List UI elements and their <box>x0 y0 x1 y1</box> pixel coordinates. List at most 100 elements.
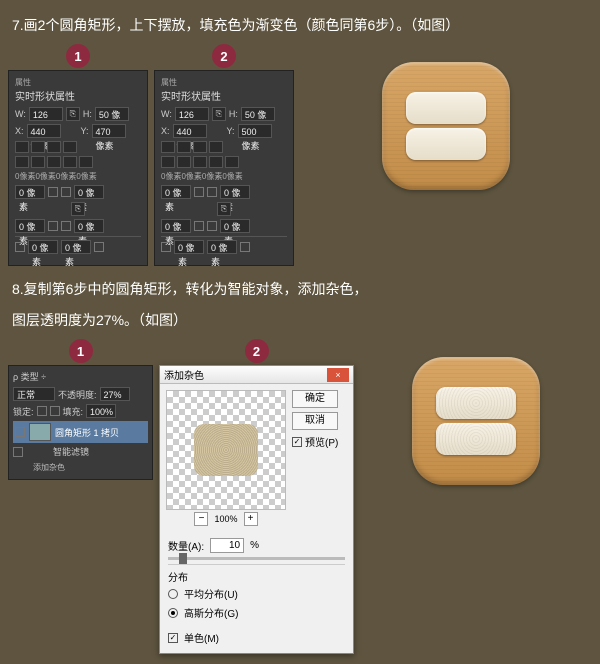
visibility-icon[interactable] <box>15 427 25 437</box>
add-noise-dialog: 添加杂色 × − 100% + 确定 <box>159 365 354 654</box>
stroke-opt2-icon[interactable] <box>63 141 77 153</box>
stroke-opt2-icon[interactable] <box>209 141 223 153</box>
corner-tr-field[interactable]: 0 像素 <box>74 185 104 199</box>
y-label: Y: <box>81 126 89 136</box>
checkbox[interactable] <box>15 242 25 252</box>
corner-tl-field[interactable]: 0 像素 <box>161 185 191 199</box>
uniform-label: 平均分布(U) <box>184 586 238 601</box>
fill-swatch[interactable] <box>161 141 175 153</box>
x-field[interactable]: 440 像素 <box>173 124 207 138</box>
link-icon[interactable]: ⎘ <box>212 107 226 121</box>
align-icon[interactable] <box>193 156 207 168</box>
step8-row: 1 ρ 类型 ÷ 正常 不透明度: 27% 锁定: 填充: 100% <box>8 339 592 654</box>
align-icon[interactable] <box>47 156 61 168</box>
zoom-in-button[interactable]: + <box>244 512 258 526</box>
x-field[interactable]: 440 像素 <box>27 124 61 138</box>
ok-button[interactable]: 确定 <box>292 390 338 408</box>
layer-row[interactable]: 智能滤镜 <box>13 443 148 460</box>
corner-tr-field[interactable]: 0 像素 <box>220 185 250 199</box>
width-field[interactable]: 126 像素 <box>175 107 209 121</box>
layers-kind-label: ρ 类型 ÷ <box>13 370 46 383</box>
num-field[interactable]: 0 像素 <box>61 240 91 254</box>
align-bar <box>161 156 287 168</box>
preview-shape <box>194 424 258 476</box>
stroke-swatch[interactable] <box>177 141 191 153</box>
height-field[interactable]: 50 像素 <box>95 107 129 121</box>
link-icon[interactable]: ⎘ <box>66 107 80 121</box>
blend-mode-select[interactable]: 正常 <box>13 387 55 401</box>
link-corners-icon[interactable]: ⎘ <box>217 202 231 216</box>
badge-1b: 1 <box>69 339 93 363</box>
amount-slider[interactable] <box>168 557 345 560</box>
opacity-field[interactable]: 27% <box>100 387 130 401</box>
y-label: Y: <box>227 126 235 136</box>
layer-filter-row[interactable]: 添加杂色 <box>13 460 148 475</box>
align-icon[interactable] <box>225 156 239 168</box>
stroke-opt-icon[interactable] <box>47 141 61 153</box>
align-icon[interactable] <box>63 156 77 168</box>
checkbox[interactable] <box>240 242 250 252</box>
preview-checkbox[interactable] <box>292 437 302 447</box>
corner-bl-field[interactable]: 0 像素 <box>15 219 45 233</box>
align-icon[interactable] <box>31 156 45 168</box>
layers-panel: ρ 类型 ÷ 正常 不透明度: 27% 锁定: 填充: 100% <box>8 365 153 480</box>
stroke-swatch[interactable] <box>31 141 45 153</box>
corner-br-field[interactable]: 0 像素 <box>220 219 250 233</box>
gaussian-label: 高斯分布(G) <box>184 605 238 620</box>
corner-icon <box>48 187 58 197</box>
corner-br-field[interactable]: 0 像素 <box>74 219 104 233</box>
num-field[interactable]: 0 像素 <box>28 240 58 254</box>
zoom-out-button[interactable]: − <box>194 512 208 526</box>
close-icon[interactable]: × <box>327 368 349 382</box>
align-icon[interactable] <box>79 156 93 168</box>
amount-field[interactable]: 10 <box>210 538 244 553</box>
corner-icon <box>207 187 217 197</box>
lock-icon[interactable] <box>37 406 47 416</box>
corner-icon <box>61 187 71 197</box>
num-field[interactable]: 0 像素 <box>174 240 204 254</box>
layer-row-selected[interactable]: 圆角矩形 1 拷贝 <box>13 421 148 443</box>
preview-label: 预览(P) <box>305 434 338 449</box>
zoom-value: 100% <box>214 514 237 524</box>
fill-swatch[interactable] <box>15 141 29 153</box>
align-icon[interactable] <box>161 156 175 168</box>
height-field[interactable]: 50 像素 <box>241 107 275 121</box>
dialog-title: 添加杂色 <box>164 367 204 382</box>
link-corners-icon[interactable]: ⎘ <box>71 202 85 216</box>
corner-icon <box>207 221 217 231</box>
fill-stroke-bar <box>161 141 287 153</box>
width-field[interactable]: 126 像素 <box>29 107 63 121</box>
mono-label: 单色(M) <box>184 630 219 645</box>
rounded-rect-bottom-noise <box>436 423 516 455</box>
panel-tab: 属性 <box>15 77 141 88</box>
amount-label: 数量(A): <box>168 538 204 553</box>
noise-preview <box>166 390 286 510</box>
uniform-radio[interactable] <box>168 589 178 599</box>
lock-icon[interactable] <box>50 406 60 416</box>
checkbox[interactable] <box>161 242 171 252</box>
gaussian-radio[interactable] <box>168 608 178 618</box>
align-bar <box>15 156 141 168</box>
checkbox[interactable] <box>94 242 104 252</box>
x-label: X: <box>161 126 170 136</box>
result-icon-7 <box>300 44 592 190</box>
cancel-button[interactable]: 取消 <box>292 412 338 430</box>
align-icon[interactable] <box>209 156 223 168</box>
smart-filter-label: 智能滤镜 <box>53 445 89 458</box>
align-icon[interactable] <box>15 156 29 168</box>
stroke-opt-icon[interactable] <box>193 141 207 153</box>
fill-field[interactable]: 100% <box>86 404 116 418</box>
corners-summary: 0像素0像素0像素0像素 <box>15 171 141 182</box>
align-icon[interactable] <box>177 156 191 168</box>
y-field[interactable]: 500 像素 <box>238 124 272 138</box>
num-field[interactable]: 0 像素 <box>207 240 237 254</box>
rounded-rect-bottom <box>406 128 486 160</box>
lock-label: 锁定: <box>13 405 34 418</box>
corner-bl-field[interactable]: 0 像素 <box>161 219 191 233</box>
corner-tl-field[interactable]: 0 像素 <box>15 185 45 199</box>
y-field[interactable]: 470 像素 <box>92 124 126 138</box>
corner-icon <box>194 221 204 231</box>
visibility-icon[interactable] <box>13 447 23 457</box>
mono-checkbox[interactable] <box>168 633 178 643</box>
wooden-icon <box>382 62 510 190</box>
